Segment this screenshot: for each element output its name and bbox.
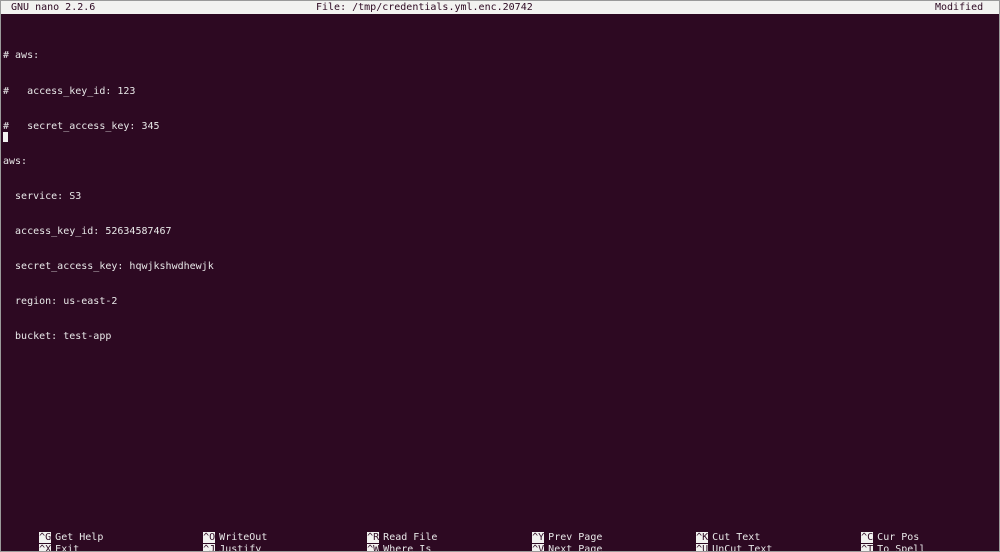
shortcut-label: Next Page xyxy=(548,543,603,552)
modified-status: Modified xyxy=(935,2,984,13)
editor-text-area[interactable]: # aws: # access_key_id: 123 # secret_acc… xyxy=(3,27,997,497)
editor-line: access_key_id: 52634587467 xyxy=(3,225,172,237)
shortcut-label: Exit xyxy=(55,543,80,552)
editor-line: service: S3 xyxy=(3,190,82,202)
shortcut-writeout[interactable]: ^O WriteOut xyxy=(167,520,267,543)
shortcut-cut-text[interactable]: ^K Cut Text xyxy=(660,520,760,543)
editor-line: # aws: xyxy=(3,50,40,62)
shortcut-key: ^W xyxy=(367,543,380,551)
editor-line: secret_access_key: hqwjkshwdhewjk xyxy=(3,260,214,272)
shortcut-bar: ^G Get Help ^O WriteOut ^R Read File ^Y Prev… xyxy=(1,520,999,551)
shortcut-key: ^T xyxy=(861,543,874,551)
text-cursor xyxy=(3,132,8,142)
shortcut-to-spell[interactable]: ^T To Spell xyxy=(825,532,925,551)
shortcut-prev-page[interactable]: ^Y Prev Page xyxy=(496,520,602,543)
shortcut-label: UnCut Text xyxy=(712,543,773,552)
shortcut-justify[interactable]: ^J Justify xyxy=(167,532,261,551)
shortcut-read-file[interactable]: ^R Read File xyxy=(331,520,437,543)
shortcut-label: To Spell xyxy=(877,543,926,552)
shortcut-key: ^U xyxy=(696,543,709,551)
editor-line: # access_key_id: 123 xyxy=(3,85,136,97)
editor-version: GNU nano 2.2.6 xyxy=(11,2,96,13)
editor-line: bucket: test-app xyxy=(3,331,112,343)
nano-title-bar: GNU nano 2.2.6 File: /tmp/credentials.ym… xyxy=(1,1,999,14)
terminal-window: GNU nano 2.2.6 File: /tmp/credentials.ym… xyxy=(0,0,1000,552)
shortcut-uncut-text[interactable]: ^U UnCut Text xyxy=(660,532,772,551)
shortcut-cur-pos[interactable]: ^C Cur Pos xyxy=(825,520,919,543)
shortcut-exit[interactable]: ^X Exit xyxy=(3,532,79,551)
shortcut-label: Where Is xyxy=(383,543,432,552)
shortcut-next-page[interactable]: ^V Next Page xyxy=(496,532,602,551)
shortcut-key: ^J xyxy=(203,543,216,551)
shortcut-where-is[interactable]: ^W Where Is xyxy=(331,532,431,551)
file-name: File: /tmp/credentials.yml.enc.20742 xyxy=(316,2,533,13)
editor-line: aws: xyxy=(3,155,28,167)
shortcut-key: ^V xyxy=(532,543,545,551)
editor-line: region: us-east-2 xyxy=(3,296,118,308)
shortcut-key: ^X xyxy=(39,543,52,551)
shortcut-get-help[interactable]: ^G Get Help xyxy=(3,520,103,543)
shortcut-label: Justify xyxy=(219,543,262,552)
editor-line: # secret_access_key: 345 xyxy=(3,120,160,132)
